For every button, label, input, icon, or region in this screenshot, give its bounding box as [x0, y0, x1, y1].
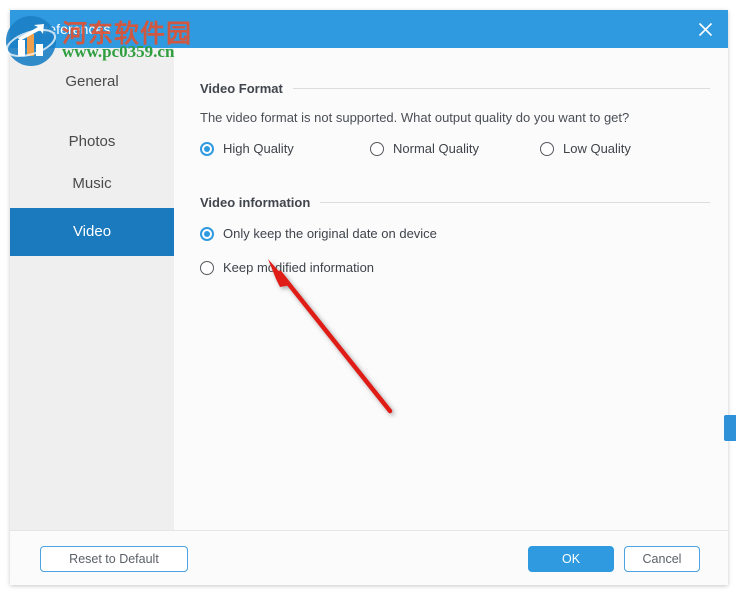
radio-label: Normal Quality: [393, 141, 479, 156]
settings-pane: Video Format The video format is not sup…: [174, 48, 728, 530]
radio-keep-original-date[interactable]: Only keep the original date on device: [200, 226, 437, 241]
video-format-section-header: Video Format: [200, 80, 710, 96]
edge-slide-handle[interactable]: [724, 415, 736, 441]
sidebar-item-video[interactable]: Video: [10, 208, 174, 256]
title-bar: Preferences: [10, 10, 728, 48]
video-format-title: Video Format: [200, 80, 283, 96]
radio-keep-modified-information[interactable]: Keep modified information: [200, 260, 374, 275]
radio-indicator: [200, 141, 214, 156]
radio-indicator: [370, 141, 384, 156]
sidebar: General Photos Music Video: [10, 48, 174, 530]
screen: Preferences General Photos Music Video V…: [0, 0, 746, 600]
sidebar-item-music[interactable]: Music: [10, 160, 174, 208]
dialog-footer: Reset to Default OK Cancel: [10, 530, 728, 585]
video-information-title: Video information: [200, 194, 311, 210]
reset-to-default-button[interactable]: Reset to Default: [40, 546, 188, 572]
radio-label: Keep modified information: [223, 260, 375, 275]
sidebar-item-photos[interactable]: Photos: [10, 118, 174, 166]
radio-label: High Quality: [223, 141, 294, 156]
section-divider: [292, 87, 710, 89]
preferences-window: Preferences General Photos Music Video V…: [10, 10, 728, 585]
cancel-button[interactable]: Cancel: [624, 546, 700, 572]
sidebar-item-general[interactable]: General: [10, 58, 174, 106]
dialog-body: General Photos Music Video Video Format …: [10, 48, 728, 530]
close-icon[interactable]: [682, 10, 728, 48]
radio-indicator: [200, 226, 214, 241]
radio-low-quality[interactable]: Low Quality: [540, 141, 631, 156]
ok-button[interactable]: OK: [528, 546, 614, 572]
video-information-section-header: Video information: [200, 194, 710, 210]
radio-high-quality[interactable]: High Quality: [200, 141, 294, 156]
radio-indicator: [540, 141, 554, 156]
radio-label: Low Quality: [563, 141, 631, 156]
video-format-description: The video format is not supported. What …: [200, 110, 630, 125]
radio-label: Only keep the original date on device: [223, 226, 437, 241]
radio-indicator: [200, 260, 214, 275]
section-divider: [320, 201, 710, 203]
window-title: Preferences: [34, 21, 111, 37]
radio-normal-quality[interactable]: Normal Quality: [370, 141, 479, 156]
